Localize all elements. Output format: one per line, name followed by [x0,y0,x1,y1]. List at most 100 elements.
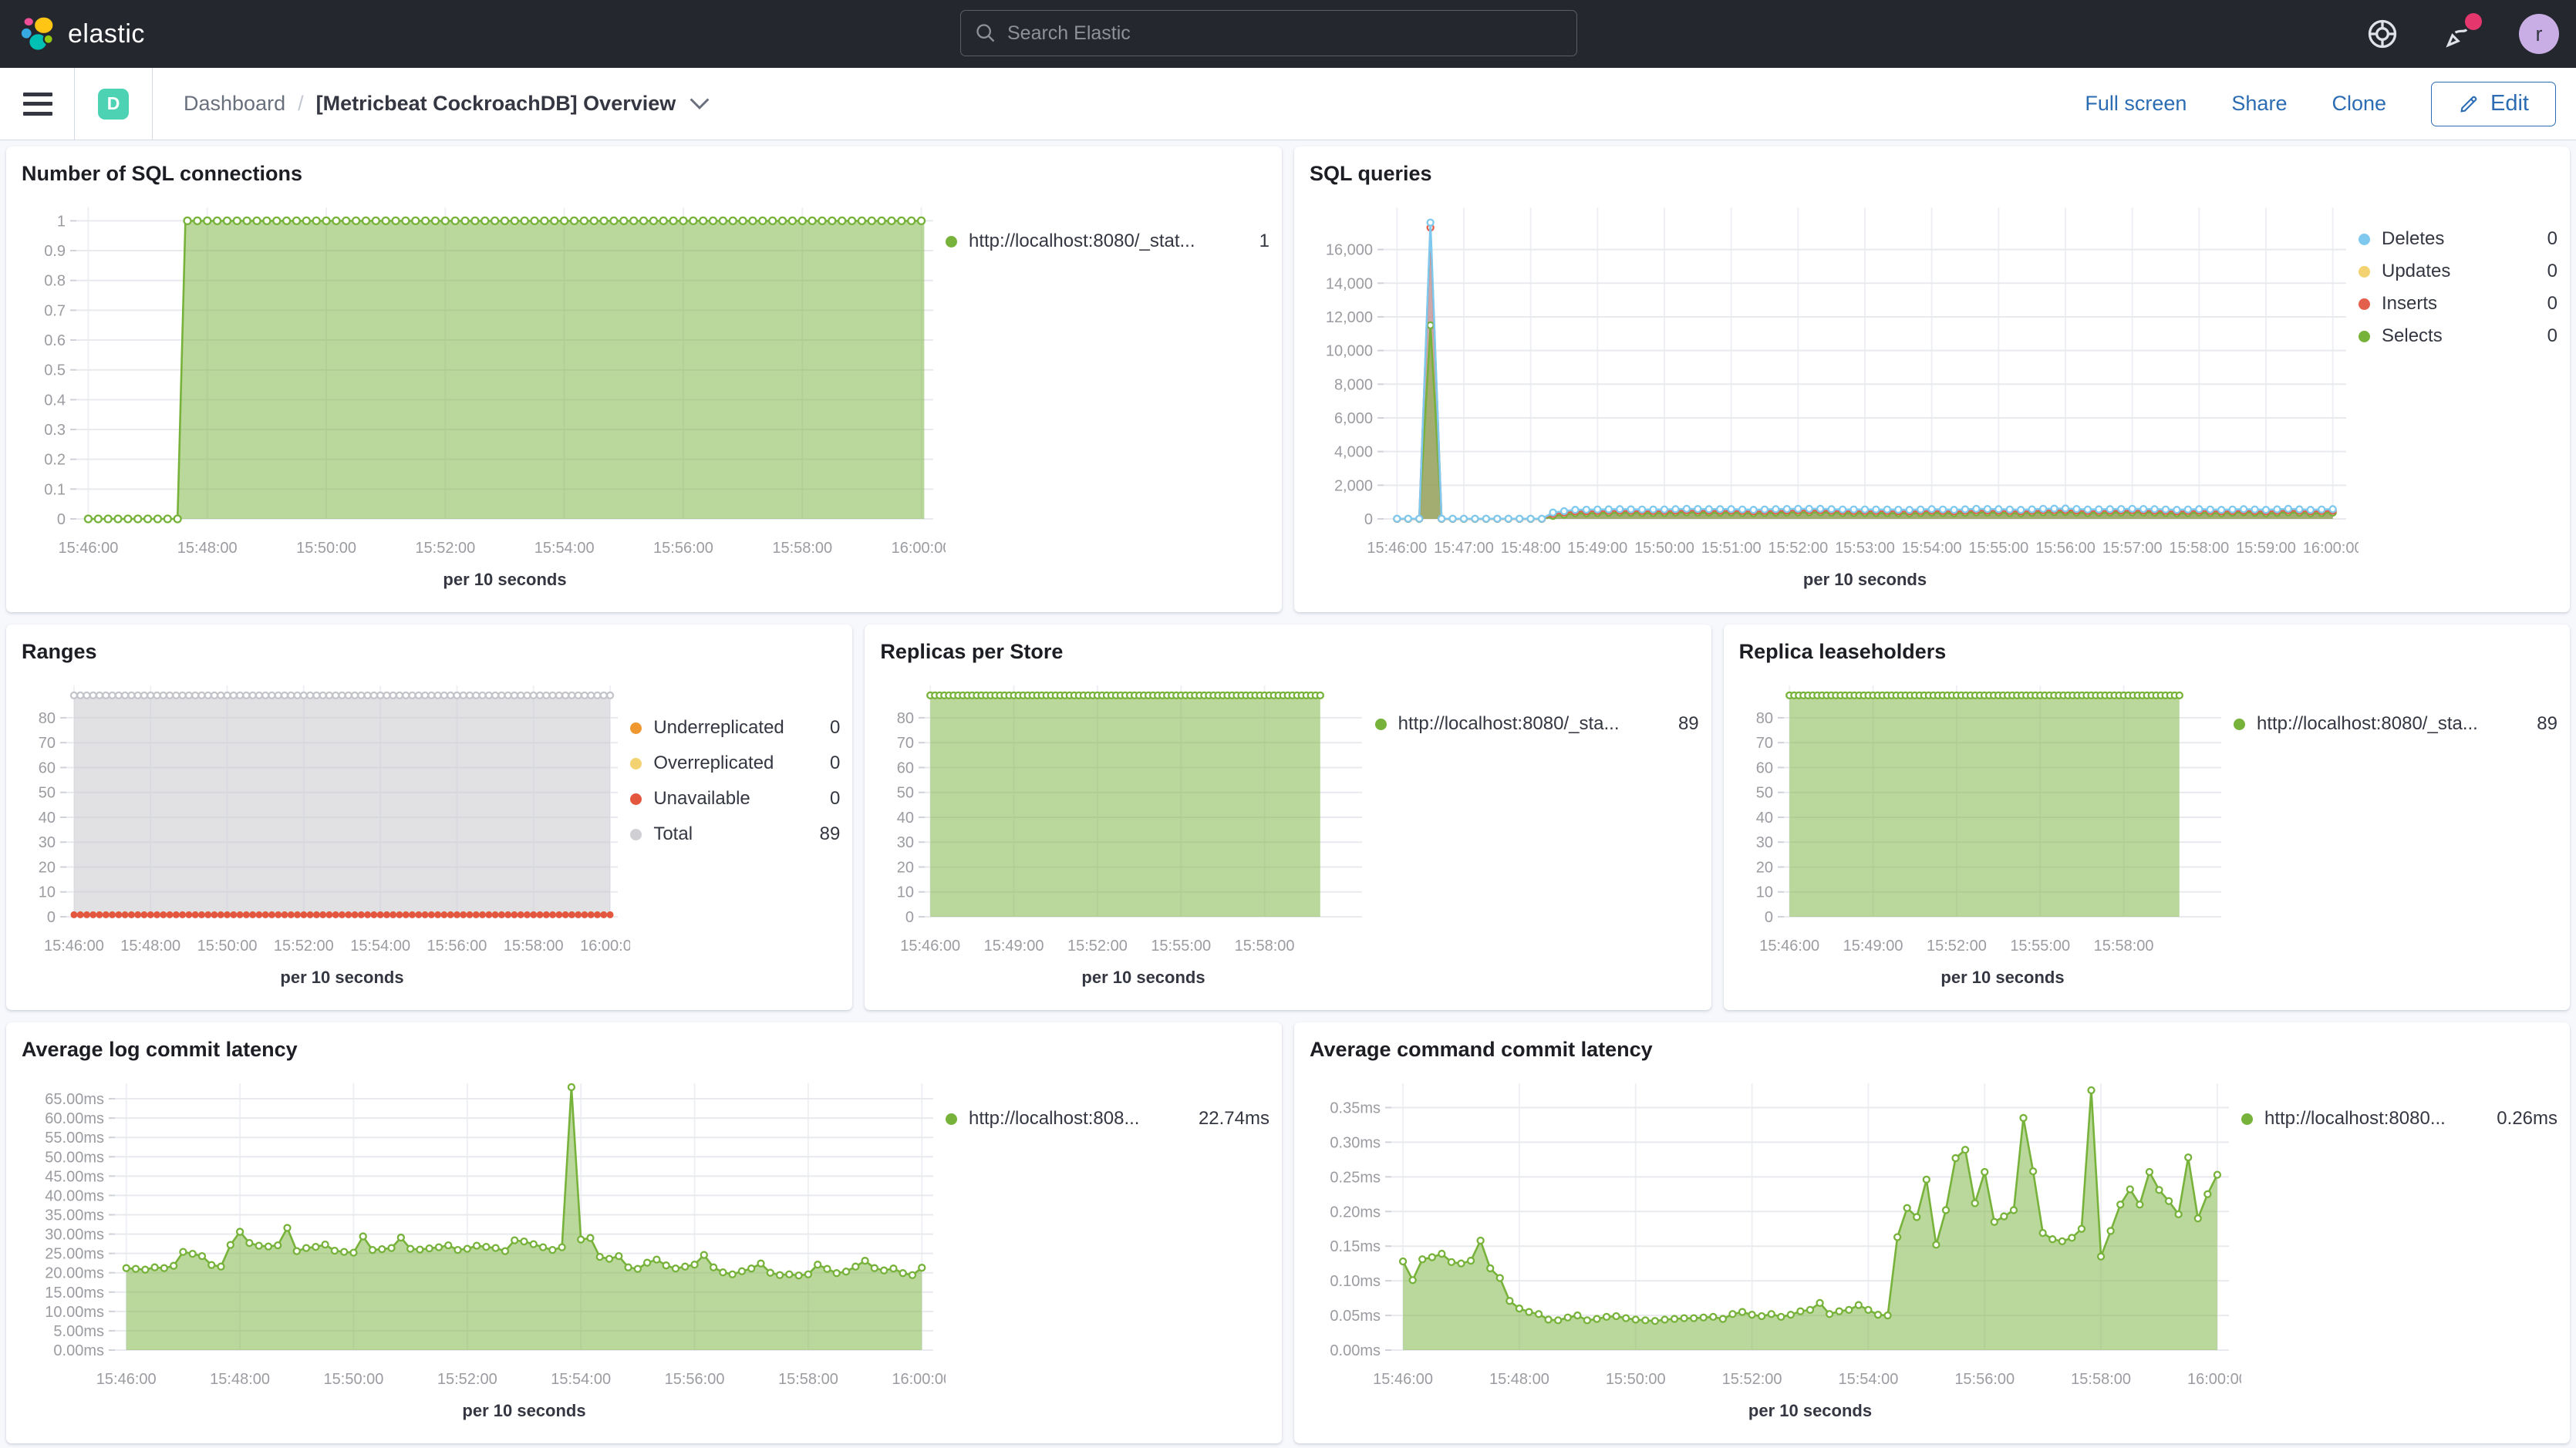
svg-text:0.00ms: 0.00ms [1330,1342,1381,1359]
legend-value: 0 [2530,228,2557,250]
legend-dot-icon [2359,266,2370,278]
svg-text:15:58:00: 15:58:00 [772,540,832,557]
svg-text:15:55:00: 15:55:00 [2010,938,2070,955]
svg-text:40.00ms: 40.00ms [45,1187,104,1204]
legend-value: 0 [2530,261,2557,282]
dashboard-row-1: Number of SQL connections 15:46:00 15:48:… [6,146,2570,612]
svg-text:15:48:00: 15:48:00 [177,540,238,557]
breadcrumb-dashboard-link[interactable]: Dashboard [184,92,285,116]
legend-item[interactable]: Inserts0 [2359,288,2557,320]
legend-label: http://localhost:8080... [2264,1108,2446,1130]
svg-text:16:00:00: 16:00:00 [2303,540,2359,557]
full-screen-button[interactable]: Full screen [2085,92,2187,116]
chart-legend: http://localhost:8080/_stat...1 [946,187,1269,596]
help-icon[interactable] [2365,16,2400,52]
legend-label: Selects [2382,325,2443,347]
chart-plot[interactable]: 15:46:0015:49:0015:52:0015:55:0015:58:00… [1736,665,2234,994]
svg-text:15:52:00: 15:52:00 [437,1371,497,1388]
legend-value: 89 [803,823,841,845]
svg-text:65.00ms: 65.00ms [45,1091,104,1108]
global-search-input[interactable]: Search Elastic [960,10,1577,56]
panel-title: SQL queries [1310,162,2557,186]
dashboard-row-3: Average log commit latency 15:46:0015:48… [6,1022,2570,1443]
svg-text:15:50:00: 15:50:00 [197,938,258,955]
chart-plot[interactable]: 15:46:0015:48:0015:50:0015:52:0015:54:00… [1307,1063,2241,1427]
legend-item[interactable]: http://localhost:8080...0.26ms [2241,1108,2557,1130]
divider [152,68,153,140]
svg-text:per 10 seconds: per 10 seconds [1803,570,1927,589]
svg-text:15:46:00: 15:46:00 [44,938,104,955]
legend-dot-icon [2359,234,2370,245]
svg-text:15:47:00: 15:47:00 [1434,540,1494,557]
svg-text:15:55:00: 15:55:00 [1151,938,1212,955]
svg-text:15:49:00: 15:49:00 [984,938,1044,955]
chart-legend: Deletes0Updates0Inserts0Selects0 [2359,187,2557,596]
legend-item[interactable]: Underreplicated0 [630,710,840,746]
svg-text:15:58:00: 15:58:00 [2071,1371,2131,1388]
legend-item[interactable]: Overreplicated0 [630,746,840,781]
svg-text:15:49:00: 15:49:00 [1843,938,1903,955]
svg-text:15:52:00: 15:52:00 [274,938,334,955]
space-badge[interactable]: D [98,89,129,120]
svg-text:20: 20 [39,859,56,876]
svg-text:0.5: 0.5 [44,362,66,379]
svg-text:15:58:00: 15:58:00 [2093,938,2153,955]
chart-plot[interactable]: 15:46:0015:48:0015:50:0015:52:0015:54:00… [19,1063,946,1427]
svg-text:25.00ms: 25.00ms [45,1246,104,1263]
user-avatar[interactable]: r [2519,14,2559,54]
svg-text:15:52:00: 15:52:00 [415,540,475,557]
elastic-brand[interactable]: elastic [20,15,145,52]
svg-text:0.00ms: 0.00ms [53,1342,104,1359]
svg-text:per 10 seconds: per 10 seconds [462,1401,585,1420]
legend-item[interactable]: Unavailable0 [630,781,840,817]
svg-text:15:54:00: 15:54:00 [1902,540,1962,557]
svg-text:14,000: 14,000 [1326,275,1373,292]
elastic-logo-icon [20,15,57,52]
legend-item[interactable]: http://localhost:8080/_sta...89 [2234,713,2557,735]
svg-text:10: 10 [39,884,56,901]
legend-item[interactable]: Total89 [630,817,840,852]
chart-plot[interactable]: 15:46:0015:48:0015:50:0015:52:0015:54:00… [19,187,946,596]
chart-plot[interactable]: 15:46:0015:47:0015:48:0015:49:0015:50:00… [1307,187,2359,596]
svg-text:15.00ms: 15.00ms [45,1285,104,1302]
svg-text:15:54:00: 15:54:00 [534,540,595,557]
legend-item[interactable]: Selects0 [2359,320,2557,352]
panel-title: Number of SQL connections [22,162,1269,186]
chevron-down-icon[interactable] [690,97,710,111]
svg-text:per 10 seconds: per 10 seconds [443,570,566,589]
svg-text:0: 0 [1364,511,1373,528]
clone-button[interactable]: Clone [2332,92,2386,116]
panel-title: Ranges [22,640,840,664]
svg-text:15:56:00: 15:56:00 [665,1371,725,1388]
legend-item[interactable]: http://localhost:8080/_sta...89 [1375,713,1699,735]
svg-text:50: 50 [1755,785,1772,802]
chart-legend: http://localhost:808...22.74ms [946,1063,1269,1427]
svg-text:15:58:00: 15:58:00 [2169,540,2229,557]
legend-item[interactable]: http://localhost:8080/_stat...1 [946,231,1269,252]
legend-dot-icon [946,236,957,248]
chart-plot[interactable]: 15:46:0015:49:0015:52:0015:55:0015:58:00… [877,665,1374,994]
menu-icon[interactable] [23,93,52,116]
legend-item[interactable]: http://localhost:808...22.74ms [946,1108,1269,1130]
panel-replica-leaseholders: Replica leaseholders 15:46:0015:49:0015:… [1724,625,2570,1010]
edit-button[interactable]: Edit [2431,82,2556,126]
legend-item[interactable]: Updates0 [2359,255,2557,288]
svg-text:15:56:00: 15:56:00 [2035,540,2096,557]
share-button[interactable]: Share [2231,92,2287,116]
legend-dot-icon [2234,719,2245,730]
svg-text:10: 10 [897,884,914,901]
search-placeholder: Search Elastic [1007,22,1131,45]
svg-text:15:58:00: 15:58:00 [778,1371,838,1388]
svg-text:15:48:00: 15:48:00 [120,938,180,955]
svg-text:15:58:00: 15:58:00 [504,938,564,955]
svg-text:10.00ms: 10.00ms [45,1304,104,1321]
svg-text:15:46:00: 15:46:00 [1367,540,1427,557]
svg-text:20: 20 [897,859,914,876]
svg-text:per 10 seconds: per 10 seconds [1940,968,2064,987]
svg-text:15:49:00: 15:49:00 [1567,540,1627,557]
legend-item[interactable]: Deletes0 [2359,223,2557,255]
chart-plot[interactable]: 15:46:0015:48:0015:50:0015:52:0015:54:00… [19,665,630,994]
svg-text:60: 60 [1755,759,1772,776]
newsfeed-icon[interactable] [2442,16,2477,52]
legend-dot-icon [630,793,642,805]
